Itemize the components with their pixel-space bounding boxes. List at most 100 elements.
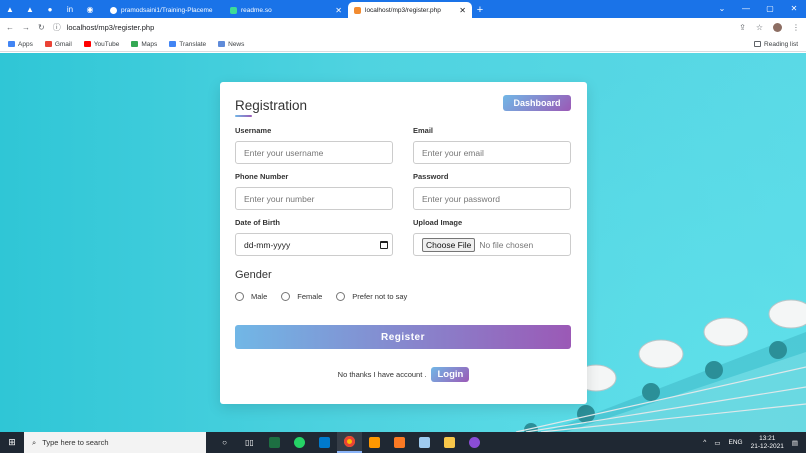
bookmark-youtube[interactable]: YouTube [83,40,120,48]
bookmark-label: News [228,40,245,48]
address-bar[interactable]: ⓘ localhost/mp3/register.php [53,22,731,33]
bookmark-label: Translate [179,40,207,48]
page-background: Registration Dashboard Username Enter yo… [0,53,806,432]
clock[interactable]: 13:21 21-12-2021 [751,435,784,451]
dob-value: dd-mm-yyyy [244,239,291,250]
share-icon[interactable]: ⇪ [739,23,746,32]
vscode-icon[interactable] [312,432,337,453]
username-input[interactable]: Enter your username [235,141,393,164]
tab-title: localhost/mp3/register.php [365,6,441,14]
login-button[interactable]: Login [431,367,470,382]
bookmark-gmail[interactable]: Gmail [44,41,72,48]
network-icon[interactable]: ▭ [714,439,720,447]
password-input[interactable]: Enter your password [413,187,571,210]
password-group: Password Enter your password [413,172,571,210]
radio-icon[interactable] [281,292,291,301]
pinned-tab-drive[interactable]: ▲ [0,0,20,18]
task-view-icon[interactable]: ▯▯ [237,432,262,453]
chrome-icon[interactable] [337,432,362,453]
email-input[interactable]: Enter your email [413,141,571,164]
forward-icon[interactable]: → [22,23,30,32]
pinned-tab-linkedin[interactable]: in [60,0,80,18]
radio-icon[interactable] [336,292,346,301]
gender-option-male[interactable]: Male [235,292,267,301]
dob-input[interactable]: dd-mm-yyyy [235,233,393,256]
taskbar-search[interactable]: ⌕ Type here to search [24,432,206,453]
cortana-icon[interactable]: ○ [212,432,237,453]
pinned-tab-instagram[interactable]: ◉ [80,0,100,18]
tray-chevron-icon[interactable]: ^ [703,439,706,446]
windows-start-icon[interactable]: ⊞ [0,437,24,448]
bookmark-apps[interactable]: Apps [8,41,33,48]
image-file-input[interactable]: Choose File No file chosen [413,233,571,256]
minimize-icon[interactable]: — [734,0,758,16]
bookmark-label: YouTube [93,40,120,48]
password-label: Password [413,172,449,181]
sublime-icon[interactable] [362,432,387,453]
dob-group: Date of Birth dd-mm-yyyy [235,218,393,256]
image-group: Upload Image Choose File No file chosen [413,218,571,256]
profile-avatar[interactable] [773,23,782,32]
file-explorer-icon[interactable] [437,432,462,453]
new-tab-button[interactable]: + [472,2,488,18]
username-label: Username [235,126,272,135]
reading-list[interactable]: Reading list [754,41,798,48]
radio-label: Female [297,292,323,301]
tab-title: pramodsaini1/Training-Placeme [121,6,213,14]
bookmark-label: Maps [141,40,158,48]
reload-icon[interactable]: ↻ [38,23,45,32]
tab-readme[interactable]: readme.so ✕ [224,2,348,18]
news-icon [218,41,226,47]
maps-icon [131,41,139,47]
tab-github[interactable]: pramodsaini1/Training-Placeme [104,2,224,18]
bookmark-maps[interactable]: Maps [131,41,157,48]
site-info-icon[interactable]: ⓘ [53,22,61,33]
dob-label: Date of Birth [235,218,280,227]
pinned-tab-github[interactable]: ● [40,0,60,18]
menu-icon[interactable]: ⋮ [792,23,800,32]
bookmark-translate[interactable]: Translate [169,41,206,48]
notification-icon[interactable]: ▤ [792,439,798,447]
dashboard-button[interactable]: Dashboard [503,95,571,111]
radio-label: Prefer not to say [352,292,408,301]
virtualbox-icon[interactable] [412,432,437,453]
url-text: localhost/mp3/register.php [66,23,155,32]
gender-option-prefer-not[interactable]: Prefer not to say [336,292,407,301]
tab-register[interactable]: localhost/mp3/register.php ✕ [348,2,472,18]
xampp-favicon-icon [354,6,361,14]
reading-list-label: Reading list [764,40,798,48]
whatsapp-icon[interactable] [287,432,312,453]
phone-group: Phone Number Enter your number [235,172,393,210]
username-group: Username Enter your username [235,126,393,164]
close-window-icon[interactable]: ✕ [782,0,806,16]
registration-card: Registration Dashboard Username Enter yo… [220,82,587,404]
youtube-icon [83,41,91,47]
phone-label: Phone Number [235,172,289,181]
window-controls: ⌄ — ▢ ✕ [710,0,806,16]
system-tray: ^ ▭ ENG 13:21 21-12-2021 ▤ [703,435,806,451]
excel-icon[interactable] [262,432,287,453]
back-icon[interactable]: ← [6,23,14,32]
register-button[interactable]: Register [235,325,571,349]
gender-option-female[interactable]: Female [281,292,322,301]
tab-search-icon[interactable]: ⌄ [710,0,734,16]
maximize-icon[interactable]: ▢ [758,0,782,16]
title-underline [235,115,252,117]
bookmark-news[interactable]: News [218,41,244,48]
calendar-icon[interactable] [380,240,388,249]
choose-file-button[interactable]: Choose File [422,237,476,252]
github-favicon-icon [110,6,117,14]
login-prompt: No thanks I have account . Login [220,367,587,382]
xampp-icon[interactable] [387,432,412,453]
close-tab-icon[interactable]: ✕ [335,6,342,15]
phone-input[interactable]: Enter your number [235,187,393,210]
pinned-tab-drive-2[interactable]: ▲ [20,0,40,18]
clock-time: 13:21 [759,434,776,442]
gender-options: Male Female Prefer not to say [235,292,407,301]
radio-icon[interactable] [235,292,244,301]
github-desktop-icon[interactable] [462,432,487,453]
apps-grid-icon [8,41,15,47]
close-tab-icon[interactable]: ✕ [459,6,466,15]
bookmark-star-icon[interactable]: ☆ [756,23,763,32]
language-indicator[interactable]: ENG [729,439,743,446]
